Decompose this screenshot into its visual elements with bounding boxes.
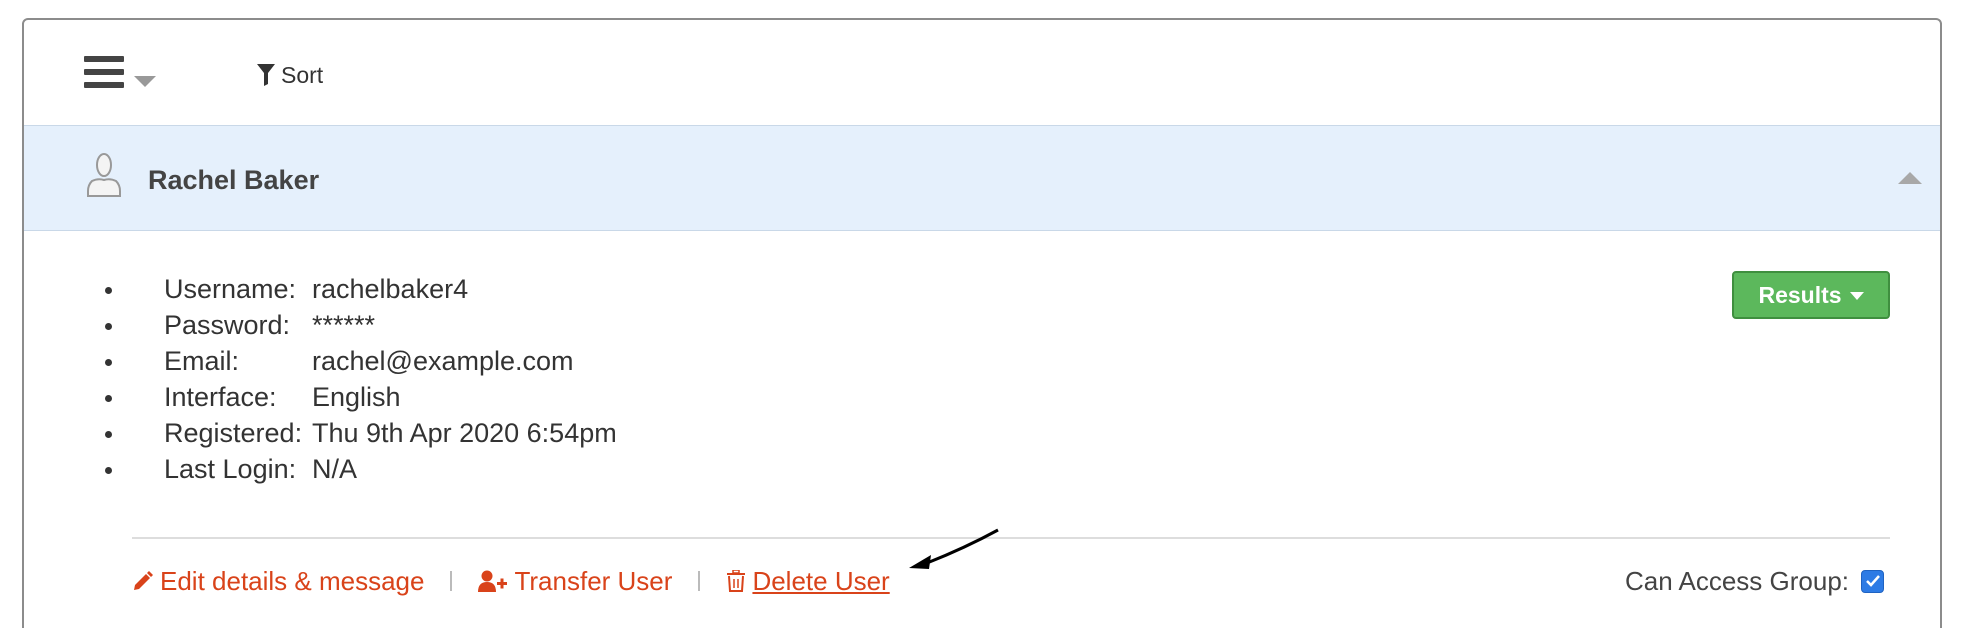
info-value: rachel@example.com bbox=[312, 346, 574, 376]
info-label: Registered: bbox=[164, 418, 303, 448]
info-item-username: Username: rachelbaker4 bbox=[105, 271, 617, 307]
results-dropdown-button[interactable]: Results bbox=[1732, 271, 1890, 319]
toolbar: Sort bbox=[24, 20, 1940, 126]
info-value: ****** bbox=[312, 310, 376, 340]
info-label: Last Login: bbox=[164, 454, 297, 484]
user-name: Rachel Baker bbox=[148, 165, 320, 195]
collapse-caret-icon[interactable] bbox=[1898, 172, 1922, 184]
info-label: Password: bbox=[164, 310, 291, 340]
caret-down-icon bbox=[1849, 292, 1864, 300]
hamburger-icon bbox=[84, 56, 124, 90]
user-actions: Edit details & message Transfer User Del… bbox=[132, 561, 890, 601]
info-value: N/A bbox=[312, 454, 358, 484]
info-label: Email: bbox=[164, 346, 240, 376]
can-access-label: Can Access Group: bbox=[1625, 565, 1849, 596]
info-label: Interface: bbox=[164, 382, 277, 412]
check-icon bbox=[1865, 575, 1880, 587]
can-access-checkbox[interactable] bbox=[1861, 569, 1884, 593]
can-access-group: Can Access Group: bbox=[1625, 561, 1884, 601]
edit-details-label: Edit details & message bbox=[160, 565, 425, 596]
info-item-password: Password: ****** bbox=[105, 307, 617, 343]
info-label: Username: bbox=[164, 274, 297, 304]
info-item-registered: Registered: Thu 9th Apr 2020 6:54pm bbox=[105, 415, 617, 451]
separator bbox=[698, 571, 701, 591]
trash-icon bbox=[727, 570, 746, 592]
info-item-last-login: Last Login: N/A bbox=[105, 451, 617, 487]
info-value: English bbox=[312, 382, 401, 412]
divider bbox=[132, 537, 1890, 539]
sort-button[interactable]: Sort bbox=[257, 60, 323, 90]
info-item-email: Email: rachel@example.com bbox=[105, 343, 617, 379]
user-info-list: Username: rachelbaker4 Password: ****** … bbox=[105, 271, 617, 487]
info-value: rachelbaker4 bbox=[312, 274, 469, 304]
separator bbox=[450, 571, 453, 591]
sort-label: Sort bbox=[281, 61, 324, 88]
info-value: Thu 9th Apr 2020 6:54pm bbox=[312, 418, 617, 448]
info-item-interface: Interface: English bbox=[105, 379, 617, 415]
user-silhouette-icon bbox=[87, 153, 121, 197]
delete-user-link[interactable]: Delete User bbox=[726, 565, 890, 597]
results-label: Results bbox=[1758, 281, 1842, 308]
user-plus-icon bbox=[478, 570, 508, 592]
delete-user-label: Delete User bbox=[752, 565, 890, 596]
caret-down-icon bbox=[134, 76, 156, 87]
filter-icon bbox=[257, 64, 275, 86]
annotation-arrow-icon bbox=[909, 528, 999, 569]
menu-dropdown-button[interactable] bbox=[84, 56, 184, 106]
transfer-user-label: Transfer User bbox=[514, 565, 673, 596]
user-header-row[interactable]: Rachel Baker bbox=[24, 125, 1940, 231]
transfer-user-link[interactable]: Transfer User bbox=[478, 566, 672, 597]
pencil-icon bbox=[134, 571, 153, 590]
edit-details-link[interactable]: Edit details & message bbox=[132, 566, 424, 597]
